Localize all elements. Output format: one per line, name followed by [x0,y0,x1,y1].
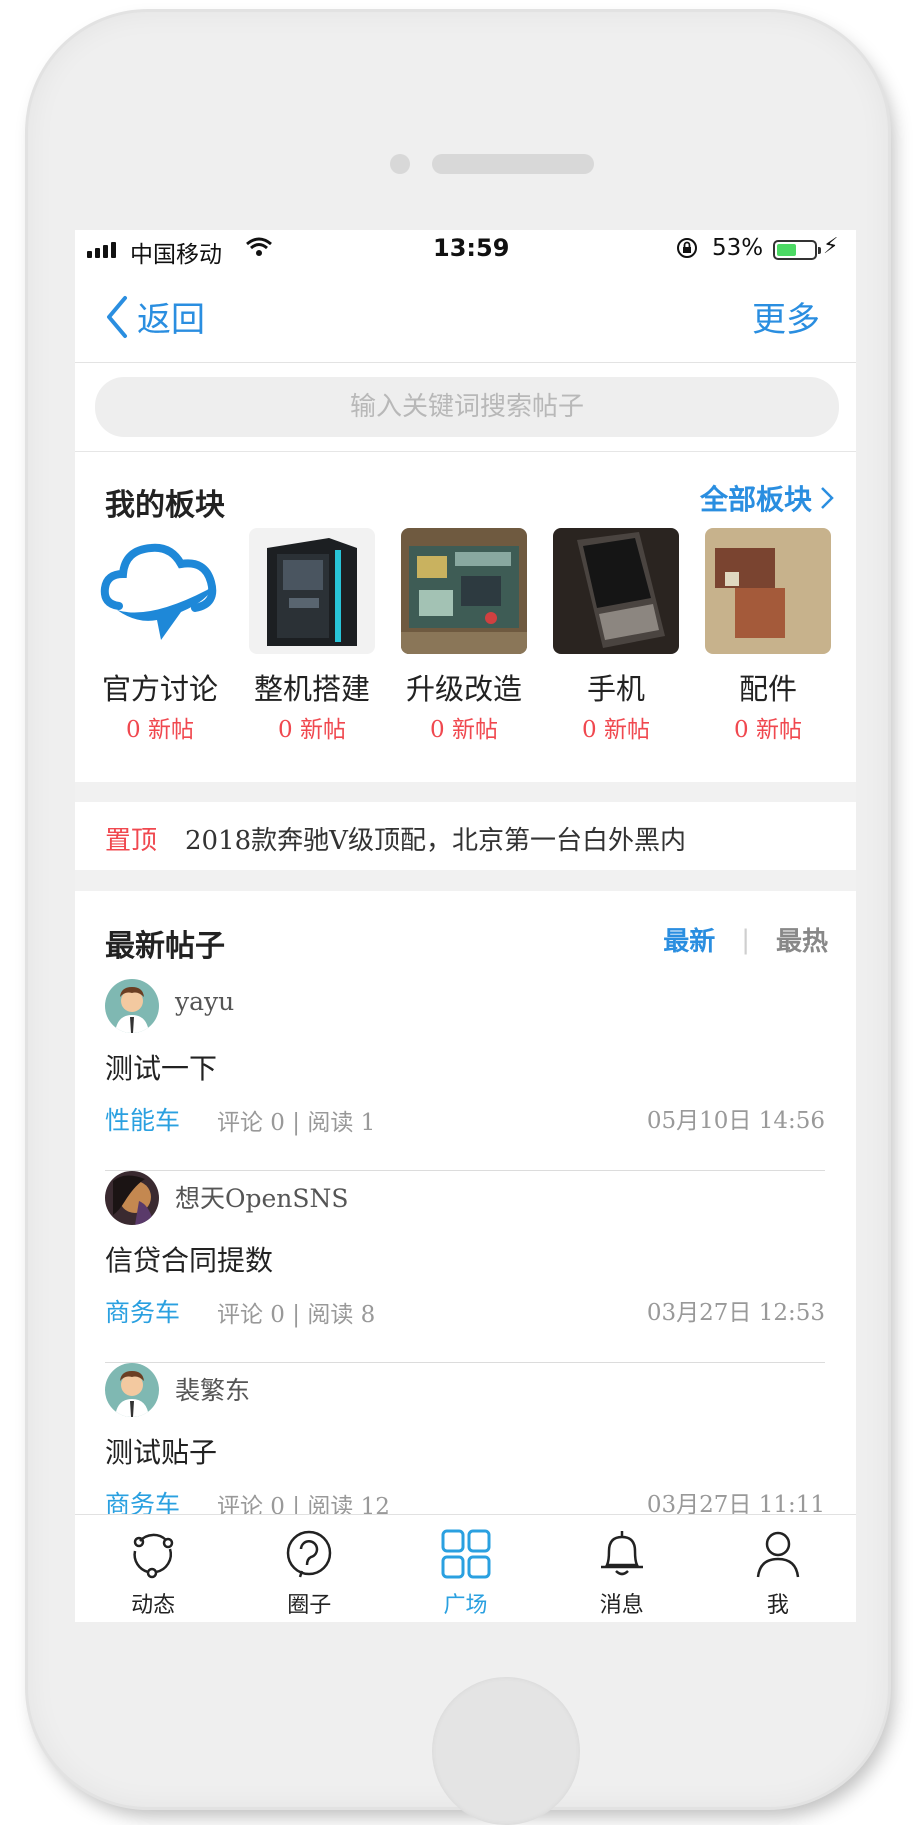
back-button[interactable]: 返回 [105,292,205,341]
screen: 中国移动 13:59 53% ⚡ 返回 更多 我的板块 全部板块 [75,230,856,1622]
post-date: 05月10日 14:56 [646,1108,825,1134]
board-name: 配件 [738,672,797,706]
search-bar [75,363,856,452]
carrier-name: 中国移动 [130,242,222,268]
avatar[interactable] [105,1363,159,1417]
all-boards-label: 全部板块 [699,483,812,516]
post-category[interactable]: 性能车 [105,1101,180,1137]
board-new-count: 0 新帖 [734,717,802,743]
rotation-lock-icon [675,236,699,266]
tab-label: 我 [766,1593,789,1618]
avatar[interactable] [105,979,159,1033]
home-button[interactable] [432,1677,580,1825]
board-item-official[interactable]: 官方讨论 0 新帖 [90,528,230,744]
post-author[interactable]: yayu [175,987,234,1016]
post-date: 03月27日 12:53 [646,1300,825,1326]
navigation-bar: 返回 更多 [75,270,856,363]
wifi-icon [245,236,273,264]
user-icon [756,1531,800,1578]
board-new-count: 0 新帖 [430,717,498,743]
pinned-title: 2018款奔驰V级顶配，北京第一台白外黑内 [185,826,686,856]
tab-hot[interactable]: 最热 [776,921,828,958]
pinned-post[interactable]: 置顶 2018款奔驰V级顶配，北京第一台白外黑内 [75,802,856,870]
circle-question-icon [287,1530,332,1578]
grid-icon [441,1529,490,1579]
post-title[interactable]: 测试一下 [105,1047,217,1087]
tab-me[interactable]: 我 [700,1515,856,1622]
battery-icon [773,240,821,260]
tab-label: 广场 [443,1593,488,1618]
circuit-board-image [401,528,527,654]
signal-icon [87,240,116,258]
pinned-tag: 置顶 [105,826,158,856]
charging-bolt-icon: ⚡ [823,234,839,259]
all-boards-link[interactable]: 全部板块 [700,478,834,518]
post-title[interactable]: 信贷合同提数 [105,1239,273,1279]
chevron-right-icon [821,487,834,509]
front-camera [390,154,410,174]
board-item-parts[interactable]: 配件 0 新帖 [698,528,838,744]
tab-label: 消息 [599,1593,644,1618]
tab-label: 圈子 [287,1593,332,1618]
sort-tabs: 最新 | 最热 [663,921,828,958]
my-boards-section: 我的板块 全部板块 官方讨论 0 新帖 整机搭建 0 新帖 升级改造 0 新帖 … [75,452,856,782]
board-name: 升级改造 [405,672,522,706]
search-input[interactable] [95,377,839,437]
board-item-phone[interactable]: 手机 0 新帖 [546,528,686,744]
board-new-count: 0 新帖 [582,717,650,743]
post-item[interactable]: yayu 测试一下 性能车 评论 0 | 阅读 1 05月10日 14:56 [105,979,825,1171]
earpiece-speaker [432,154,594,174]
bell-icon [600,1531,643,1576]
chevron-left-icon [107,295,127,338]
back-label: 返回 [137,300,205,340]
board-new-count: 0 新帖 [278,717,346,743]
board-name: 整机搭建 [253,672,370,706]
tab-feed[interactable]: 动态 [75,1515,231,1622]
pc-case-image [249,528,375,654]
latest-posts-title: 最新帖子 [105,929,225,964]
refresh-cycle-icon [133,1533,174,1579]
latest-posts-section: 最新帖子 最新 | 最热 yayu 测试一下 性能车 评论 0 | 阅读 1 0… [75,891,856,1622]
tab-messages[interactable]: 消息 [544,1515,700,1622]
board-name: 手机 [586,672,645,706]
post-title[interactable]: 测试贴子 [105,1431,217,1471]
cloud-plane-logo [97,528,223,654]
post-stats: 评论 0 | 阅读 1 [217,1110,376,1136]
tab-separator: | [741,924,750,955]
tab-square[interactable]: 广场 [387,1515,543,1622]
board-item-upgrade[interactable]: 升级改造 0 新帖 [394,528,534,744]
parts-image [705,528,831,654]
bottom-tab-bar: 动态 圈子 广场 消息 我 [75,1514,856,1622]
tab-circle[interactable]: 圈子 [231,1515,387,1622]
my-boards-title: 我的板块 [105,488,225,523]
post-category[interactable]: 商务车 [105,1293,180,1329]
post-stats: 评论 0 | 阅读 8 [217,1302,376,1328]
status-bar: 中国移动 13:59 53% ⚡ [75,230,856,270]
avatar[interactable] [105,1171,159,1225]
tab-latest[interactable]: 最新 [663,921,715,958]
tab-label: 动态 [131,1593,176,1618]
board-item-build[interactable]: 整机搭建 0 新帖 [242,528,382,744]
battery-percentage: 53% [712,235,764,261]
board-new-count: 0 新帖 [126,717,194,743]
board-name: 官方讨论 [101,672,218,706]
clock: 13:59 [433,234,510,262]
post-author[interactable]: 裴繁东 [175,1371,250,1407]
more-button[interactable]: 更多 [752,292,820,341]
phone-image [553,528,679,654]
post-item[interactable]: 想天OpenSNS 信贷合同提数 商务车 评论 0 | 阅读 8 03月27日 … [105,1171,825,1363]
post-author[interactable]: 想天OpenSNS [175,1179,349,1215]
